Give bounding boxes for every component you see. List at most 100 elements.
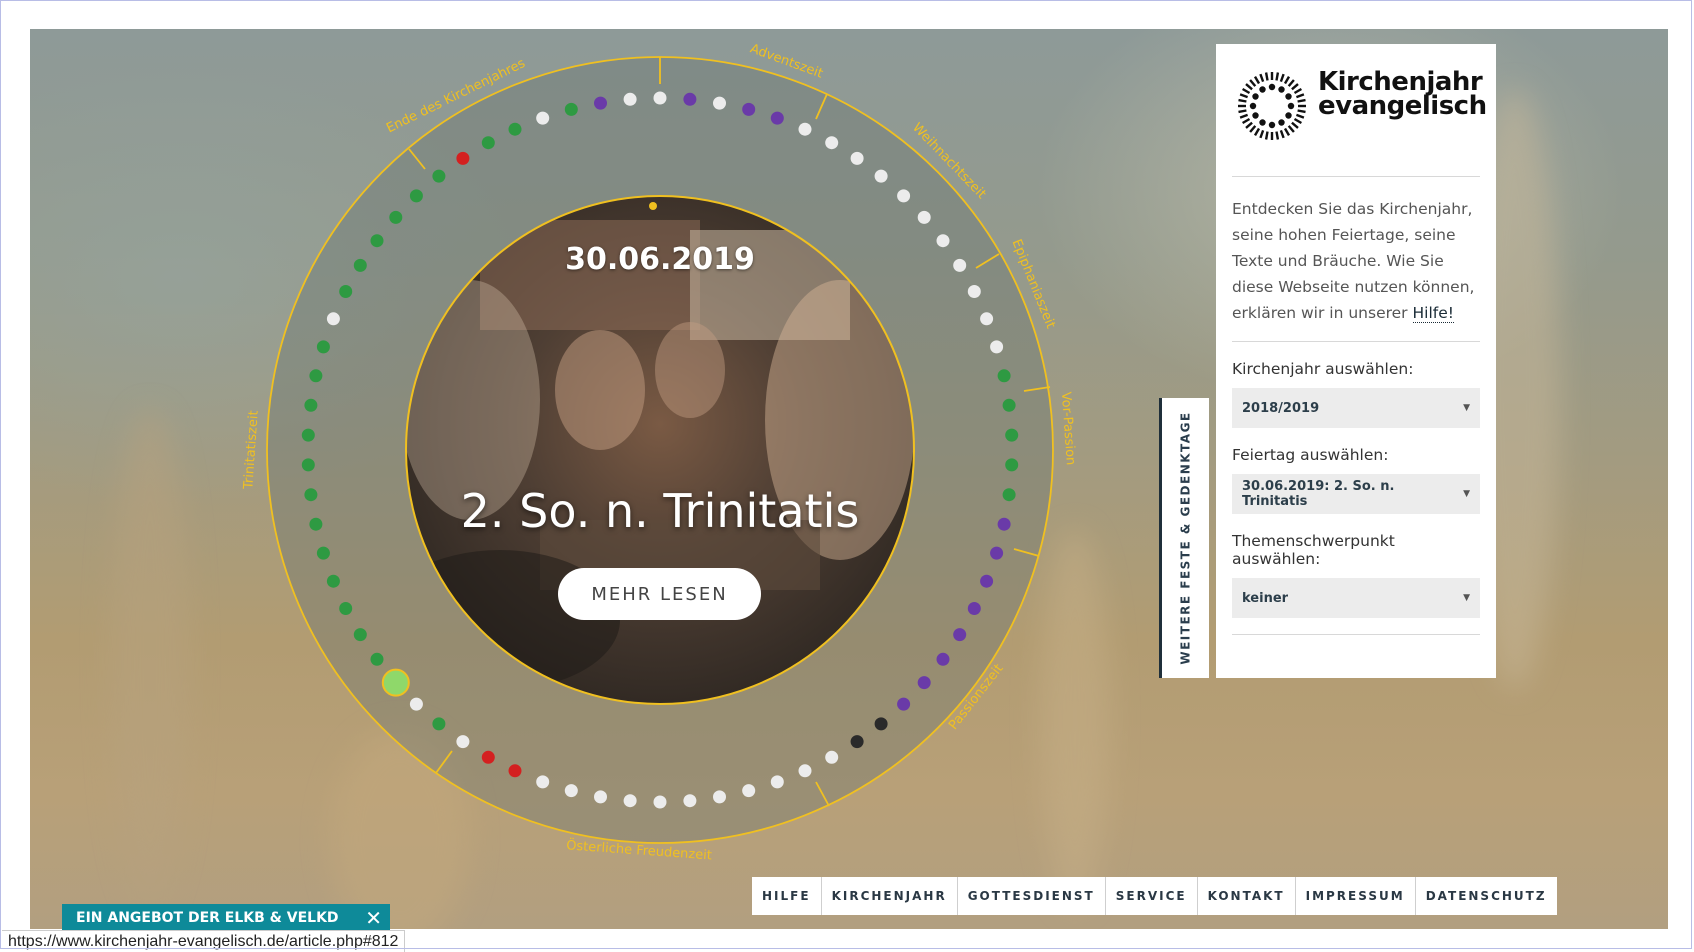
sunday-dot[interactable] — [653, 91, 667, 105]
sunday-dot-current[interactable] — [381, 668, 410, 697]
nav-impressum[interactable]: IMPRESSUM — [1296, 877, 1416, 915]
holiday-label: Feiertag auswählen: — [1232, 446, 1389, 464]
year-select[interactable]: 2018/2019 ▼ — [1232, 388, 1480, 428]
offer-banner: EIN ANGEBOT DER ELKB & VELKD ✕ — [62, 904, 390, 932]
sunday-dot[interactable] — [409, 697, 423, 711]
sunday-dot[interactable] — [967, 602, 981, 615]
season-label[interactable]: Vor-Passion — [1058, 391, 1078, 465]
sunday-dot[interactable] — [967, 285, 981, 298]
caret-down-icon: ▼ — [1463, 593, 1470, 603]
sunday-dot[interactable] — [1005, 458, 1019, 472]
sunday-dot[interactable] — [850, 735, 864, 749]
nav-kirchenjahr[interactable]: KIRCHENJAHR — [822, 877, 958, 915]
sunday-dot[interactable] — [481, 750, 495, 764]
holiday-select-value: 30.06.2019: 2. So. n. Trinitatis — [1242, 479, 1395, 509]
sunday-dot[interactable] — [594, 96, 607, 110]
sunday-dot[interactable] — [1002, 398, 1016, 412]
nav-gottesdienst[interactable]: GOTTESDIENST — [958, 877, 1106, 915]
sunday-dot[interactable] — [623, 92, 637, 106]
sunday-dot[interactable] — [713, 96, 726, 110]
sunday-dot[interactable] — [770, 111, 784, 125]
logo-line2: evangelisch — [1318, 91, 1487, 121]
sunday-dot[interactable] — [304, 488, 318, 502]
sunday-dot[interactable] — [917, 210, 931, 224]
sunday-dot[interactable] — [1005, 428, 1019, 442]
sunday-dot[interactable] — [432, 717, 446, 731]
sunday-dot[interactable] — [997, 369, 1011, 383]
sunday-dot[interactable] — [353, 628, 367, 642]
sunday-dot[interactable] — [653, 795, 667, 809]
sunday-dot[interactable] — [389, 210, 403, 224]
sunday-dot[interactable] — [316, 546, 330, 560]
sunday-dot[interactable] — [980, 312, 994, 326]
sunday-dot[interactable] — [564, 102, 578, 116]
read-more-button[interactable]: MEHR LESEN — [558, 568, 761, 620]
more-holidays-tab-label: WEITERE FESTE & GEDENKTAGE — [1178, 411, 1193, 665]
sunday-dot[interactable] — [713, 790, 726, 804]
sunday-dot[interactable] — [456, 151, 470, 165]
close-icon[interactable]: ✕ — [365, 908, 382, 928]
sunday-dot[interactable] — [953, 628, 967, 642]
sunday-dot[interactable] — [825, 750, 839, 764]
sunday-dot[interactable] — [798, 122, 812, 136]
sunday-dot[interactable] — [432, 169, 446, 183]
holiday-select[interactable]: 30.06.2019: 2. So. n. Trinitatis ▼ — [1232, 474, 1480, 514]
sunday-dot[interactable] — [370, 652, 384, 666]
sunday-dot[interactable] — [623, 794, 637, 808]
status-bar-url: https://www.kirchenjahr-evangelisch.de/a… — [2, 930, 406, 952]
sunday-dot[interactable] — [594, 790, 607, 804]
sunday-dot[interactable] — [304, 398, 318, 412]
sunday-dot[interactable] — [309, 517, 323, 531]
sunday-dot[interactable] — [536, 111, 550, 125]
sunday-dot[interactable] — [508, 764, 522, 778]
sunday-dot[interactable] — [326, 312, 340, 326]
panel-divider — [1232, 634, 1480, 635]
sunday-dot[interactable] — [316, 340, 330, 354]
sunday-dot[interactable] — [990, 546, 1004, 560]
sunday-dot[interactable] — [936, 234, 950, 248]
sunday-dot[interactable] — [980, 574, 994, 588]
nav-kontakt[interactable]: KONTAKT — [1198, 877, 1296, 915]
sunday-dot[interactable] — [409, 189, 423, 203]
sunday-dot[interactable] — [339, 602, 353, 615]
caret-down-icon: ▼ — [1463, 403, 1470, 413]
sunday-dot[interactable] — [683, 92, 697, 106]
nav-datenschutz[interactable]: DATENSCHUTZ — [1416, 877, 1557, 915]
sunday-dot[interactable] — [825, 136, 839, 150]
sunday-dot[interactable] — [997, 517, 1011, 531]
theme-select[interactable]: keiner ▼ — [1232, 578, 1480, 618]
sunday-dot[interactable] — [897, 697, 911, 711]
sunday-dot[interactable] — [309, 369, 323, 383]
sunday-dot[interactable] — [874, 717, 888, 731]
sunday-dot[interactable] — [1002, 488, 1016, 502]
sunday-dot[interactable] — [481, 136, 495, 150]
sunday-dot[interactable] — [326, 574, 340, 588]
help-link[interactable]: Hilfe! — [1412, 304, 1454, 323]
sunday-dot[interactable] — [917, 676, 931, 690]
more-holidays-tab[interactable]: WEITERE FESTE & GEDENKTAGE — [1159, 398, 1209, 678]
sunday-dot[interactable] — [301, 458, 315, 472]
sunday-dot[interactable] — [536, 775, 550, 789]
sunday-dot[interactable] — [874, 169, 888, 183]
sunday-dot[interactable] — [742, 102, 756, 116]
sunday-dot[interactable] — [850, 151, 864, 165]
sunday-dot[interactable] — [953, 258, 967, 272]
sunday-dot[interactable] — [370, 234, 384, 248]
sunday-dot[interactable] — [683, 794, 697, 808]
site-logo[interactable]: Kirchenjahr evangelisch — [1232, 44, 1487, 177]
sunday-dot[interactable] — [742, 784, 756, 798]
sunday-dot[interactable] — [770, 775, 784, 789]
sunday-dot[interactable] — [798, 764, 812, 778]
sunday-dot[interactable] — [353, 258, 367, 272]
sunday-dot[interactable] — [301, 428, 315, 442]
sunday-dot[interactable] — [508, 122, 522, 136]
sunday-dot[interactable] — [456, 735, 470, 749]
sunday-dot[interactable] — [564, 784, 578, 798]
sunday-dot[interactable] — [936, 652, 950, 666]
sunday-dot[interactable] — [990, 340, 1004, 354]
nav-hilfe[interactable]: HILFE — [752, 877, 822, 915]
season-label[interactable]: Trinitatiszeit — [241, 410, 262, 491]
nav-service[interactable]: SERVICE — [1106, 877, 1198, 915]
sunday-dot[interactable] — [897, 189, 911, 203]
sunday-dot[interactable] — [339, 285, 353, 298]
